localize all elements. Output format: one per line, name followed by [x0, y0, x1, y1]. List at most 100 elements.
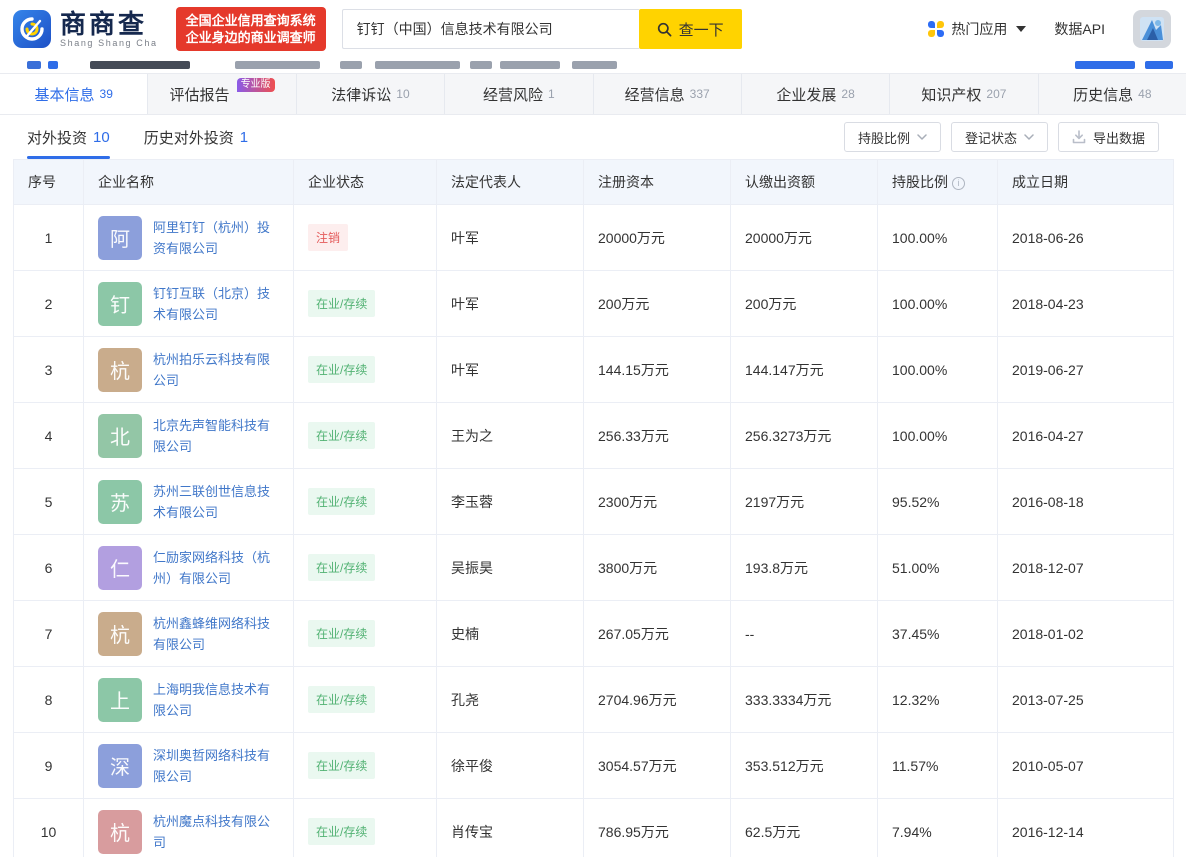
company-link[interactable]: 仁励家网络科技（杭州）有限公司: [153, 547, 279, 589]
tab-bar: 基本信息 39 评估报告 专业版 法律诉讼 10 经营风险 1 经营信息 337…: [0, 73, 1186, 115]
clipped-fragment: [470, 61, 492, 69]
table-row: 7 杭 杭州鑫蜂维网络科技有限公司 在业/存续 史楠 267.05万元 -- 3…: [13, 600, 1174, 667]
share-ratio: 100.00%: [877, 336, 998, 403]
filter-dropdown[interactable]: 登记状态: [950, 122, 1048, 152]
tab-label: 知识产权: [921, 86, 982, 104]
table-header-row: 序号 企业名称 企业状态 法定代表人 注册资本 认缴出资额 持股比例 i 成立日期: [13, 159, 1174, 205]
legal-rep[interactable]: 叶军: [436, 270, 584, 337]
company-avatar: 仁: [98, 545, 142, 590]
clipped-fragment: [1075, 61, 1135, 69]
clipped-fragment: [1145, 61, 1173, 69]
company-link[interactable]: 北京先声智能科技有限公司: [153, 415, 279, 457]
legal-rep[interactable]: 吴振昊: [436, 534, 584, 601]
share-ratio: 100.00%: [877, 270, 998, 337]
company-link[interactable]: 苏州三联创世信息技术有限公司: [153, 481, 279, 523]
legal-rep[interactable]: 叶军: [436, 204, 584, 271]
subtab-row: 对外投资 10 历史对外投资 1 持股比例 登记状态 导出数据: [0, 115, 1186, 159]
table-body: 1 阿 阿里钉钉（杭州）投资有限公司 注销 叶军 20000万元 20000万元…: [13, 204, 1174, 857]
company-link[interactable]: 阿里钉钉（杭州）投资有限公司: [153, 217, 279, 259]
share-ratio: 95.52%: [877, 468, 998, 535]
search-bar: 查一下: [341, 9, 742, 49]
legal-rep[interactable]: 孔尧: [436, 666, 584, 733]
row-index: 10: [13, 798, 84, 857]
establish-date: 2018-04-23: [997, 270, 1174, 337]
legal-rep[interactable]: 叶军: [436, 336, 584, 403]
legal-rep[interactable]: 史楠: [436, 600, 584, 667]
tab-count: 337: [689, 87, 710, 101]
legal-rep[interactable]: 李玉蓉: [436, 468, 584, 535]
tab-1[interactable]: 基本信息 39: [0, 74, 149, 114]
share-ratio: 100.00%: [877, 204, 998, 271]
pro-version-badge: 专业版: [236, 78, 275, 92]
row-index: 1: [13, 204, 84, 271]
establish-date: 2018-06-26: [997, 204, 1174, 271]
filter-dropdown[interactable]: 持股比例: [843, 122, 941, 152]
status-badge: 在业/存续: [308, 620, 376, 647]
clipped-fragment: [572, 61, 617, 69]
company-link[interactable]: 深圳奥哲网络科技有限公司: [153, 745, 279, 787]
subtab-label: 历史对外投资: [143, 129, 234, 147]
subtab-2[interactable]: 历史对外投资 1: [144, 115, 248, 159]
filter-label: 持股比例: [857, 130, 910, 146]
establish-date: 2010-05-07: [997, 732, 1174, 799]
legal-rep[interactable]: 王为之: [436, 402, 584, 469]
column-header: 认缴出资额: [730, 159, 878, 205]
status-badge: 在业/存续: [308, 752, 376, 779]
status-badge: 在业/存续: [308, 554, 376, 581]
row-index: 5: [13, 468, 84, 535]
reg-capital: 2704.96万元: [583, 666, 731, 733]
legal-rep[interactable]: 肖传宝: [436, 798, 584, 857]
establish-date: 2013-07-25: [997, 666, 1174, 733]
share-ratio: 100.00%: [877, 402, 998, 469]
hot-apps-menu[interactable]: 热门应用: [928, 19, 1027, 39]
clipped-scrolled-row: [0, 58, 1186, 73]
tab-count: 39: [99, 87, 113, 101]
company-avatar: 苏: [98, 479, 142, 524]
tab-6[interactable]: 企业发展 28: [742, 74, 891, 114]
company-link[interactable]: 杭州鑫蜂维网络科技有限公司: [153, 613, 279, 655]
export-data-button[interactable]: 导出数据: [1057, 122, 1159, 152]
reg-capital: 256.33万元: [583, 402, 731, 469]
tab-5[interactable]: 经营信息 337: [594, 74, 742, 114]
chevron-down-icon: [1016, 26, 1027, 32]
tab-7[interactable]: 知识产权 207: [890, 74, 1039, 114]
paid-capital: 62.5万元: [730, 798, 878, 857]
subtab-label: 对外投资: [27, 129, 88, 147]
company-link[interactable]: 钉钉互联（北京）技术有限公司: [153, 283, 279, 325]
tab-3[interactable]: 法律诉讼 10: [297, 74, 446, 114]
row-index: 4: [13, 402, 84, 469]
data-api-link[interactable]: 数据API: [1054, 19, 1105, 39]
status-badge: 在业/存续: [308, 488, 376, 515]
table-row: 9 深 深圳奥哲网络科技有限公司 在业/存续 徐平俊 3054.57万元 353…: [13, 732, 1174, 799]
filter-label: 登记状态: [964, 130, 1017, 146]
subtab-1[interactable]: 对外投资 10: [27, 115, 110, 159]
establish-date: 2016-12-14: [997, 798, 1174, 857]
tab-4[interactable]: 经营风险 1: [445, 74, 594, 114]
apps-grid-icon: [928, 21, 945, 37]
search-input[interactable]: [341, 9, 639, 49]
clipped-fragment: [375, 61, 460, 69]
legal-rep[interactable]: 徐平俊: [436, 732, 584, 799]
slogan-line2: 企业身边的商业调查师: [185, 30, 316, 45]
column-header: 法定代表人: [436, 159, 584, 205]
chevron-down-icon: [1024, 134, 1034, 140]
brand-logo[interactable]: 商商查 Shang Shang Cha: [13, 10, 158, 48]
company-link[interactable]: 上海明我信息技术有限公司: [153, 679, 279, 721]
tab-2[interactable]: 评估报告 专业版: [148, 74, 297, 114]
search-button[interactable]: 查一下: [638, 9, 742, 49]
brand-subtitle: Shang Shang Cha: [60, 37, 158, 48]
brand-logo-icon: [13, 10, 51, 48]
company-avatar: 阿: [98, 215, 142, 260]
tab-label: 评估报告: [169, 86, 230, 104]
column-header: 序号: [13, 159, 84, 205]
reg-capital: 267.05万元: [583, 600, 731, 667]
company-link[interactable]: 杭州魔点科技有限公司: [153, 811, 279, 853]
share-ratio: 7.94%: [877, 798, 998, 857]
row-index: 9: [13, 732, 84, 799]
user-avatar[interactable]: [1133, 10, 1171, 48]
reg-capital: 3054.57万元: [583, 732, 731, 799]
tab-8[interactable]: 历史信息 48: [1039, 74, 1186, 114]
table-row: 8 上 上海明我信息技术有限公司 在业/存续 孔尧 2704.96万元 333.…: [13, 666, 1174, 733]
company-link[interactable]: 杭州拍乐云科技有限公司: [153, 349, 279, 391]
subtab-count: 1: [239, 128, 249, 146]
